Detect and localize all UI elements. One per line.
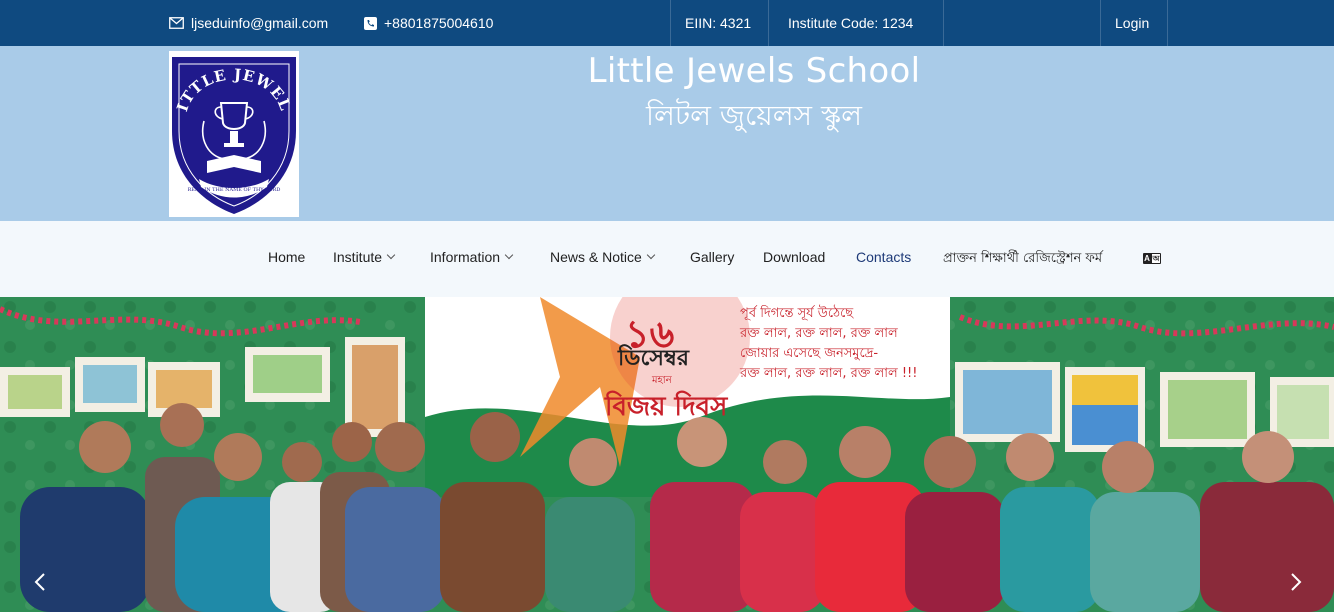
banner-poem-line: পূর্ব দিগন্তে সূর্য উঠেছে — [740, 305, 854, 321]
top-bar: ljseduinfo@gmail.com +8801875004610 EIIN… — [0, 0, 1334, 46]
topbar-divider — [768, 0, 769, 46]
nav-item-label: Information — [430, 249, 501, 265]
nav-item-label: Institute — [333, 249, 383, 265]
banner-date-month: ডিসেম্বর — [617, 344, 690, 371]
banner-poem-line: রক্ত লাল, রক্ত লাল, রক্ত লাল — [739, 326, 898, 341]
phone-icon — [364, 16, 377, 30]
nav-item-label: News & Notice — [550, 249, 642, 265]
site-title-bangla: লিটল জুয়েলস স্কুল — [646, 99, 862, 132]
nav-item-gallery[interactable]: Gallery — [690, 249, 734, 265]
nav-item-label: Contacts — [856, 249, 912, 265]
banner-event-title: বিজয় দিবস — [604, 390, 728, 422]
banner-poem-line: রক্ত লাল, রক্ত লাল, রক্ত লাল !!! — [739, 366, 917, 381]
chevron-right-icon[interactable] — [1281, 567, 1311, 597]
nav-item-news-notice[interactable]: News & Notice — [550, 249, 656, 265]
nav-item-information[interactable]: Information — [430, 249, 514, 265]
banner-subtitle: মহান — [651, 375, 673, 386]
envelope-icon — [169, 17, 184, 29]
institute-code-label: Institute Code: 1234 — [788, 15, 914, 31]
topbar-divider — [670, 0, 671, 46]
phone-text: +8801875004610 — [384, 15, 494, 31]
chevron-down-icon — [646, 250, 656, 260]
login-link[interactable]: Login — [1115, 0, 1149, 46]
banner-poem-line: জোয়ার এসেছে জনসমুদ্রে- — [740, 346, 878, 361]
topbar-divider — [1167, 0, 1168, 46]
chevron-down-icon — [504, 250, 514, 260]
nav-item-institute[interactable]: Institute — [333, 249, 396, 265]
topbar-divider — [1100, 0, 1101, 46]
hero-slide-image: ১৬ ডিসেম্বর মহান বিজয় দিবস পূর্ব দিগন্ত… — [0, 297, 1334, 612]
site-header: READ IN THE NAME OF THY LORD LITTLE JEWE… — [0, 37, 1334, 221]
hero-slider: ১৬ ডিসেম্বর মহান বিজয় দিবস পূর্ব দিগন্ত… — [0, 297, 1334, 612]
nav-item-label: Home — [268, 249, 306, 265]
main-nav: Home Institute Information News & Notice… — [0, 221, 1334, 297]
nav-item-label: প্রাক্তন শিক্ষার্থী রেজিস্ট্রেশন ফর্ম — [943, 251, 1103, 266]
translate-icon[interactable]: Aঅ — [1143, 253, 1161, 264]
topbar-divider — [943, 0, 944, 46]
eiin-label: EIIN: 4321 — [685, 15, 752, 31]
phone-contact[interactable]: +8801875004610 — [364, 0, 493, 46]
nav-item-label: Gallery — [690, 249, 735, 265]
email-text: ljseduinfo@gmail.com — [191, 15, 329, 31]
nav-item-label: Download — [763, 249, 826, 265]
chevron-down-icon — [386, 250, 396, 260]
chevron-left-icon[interactable] — [25, 567, 55, 597]
nav-item-download[interactable]: Download — [763, 249, 825, 265]
logo-motto: READ IN THE NAME OF THY LORD — [188, 187, 281, 193]
email-contact[interactable]: ljseduinfo@gmail.com — [169, 0, 328, 46]
nav-item-alumni-registration[interactable]: প্রাক্তন শিক্ষার্থী রেজিস্ট্রেশন ফর্ম — [943, 249, 1102, 270]
site-title: Little Jewels School — [587, 51, 921, 91]
nav-item-contacts[interactable]: Contacts — [856, 249, 911, 265]
nav-item-home[interactable]: Home — [268, 249, 305, 265]
